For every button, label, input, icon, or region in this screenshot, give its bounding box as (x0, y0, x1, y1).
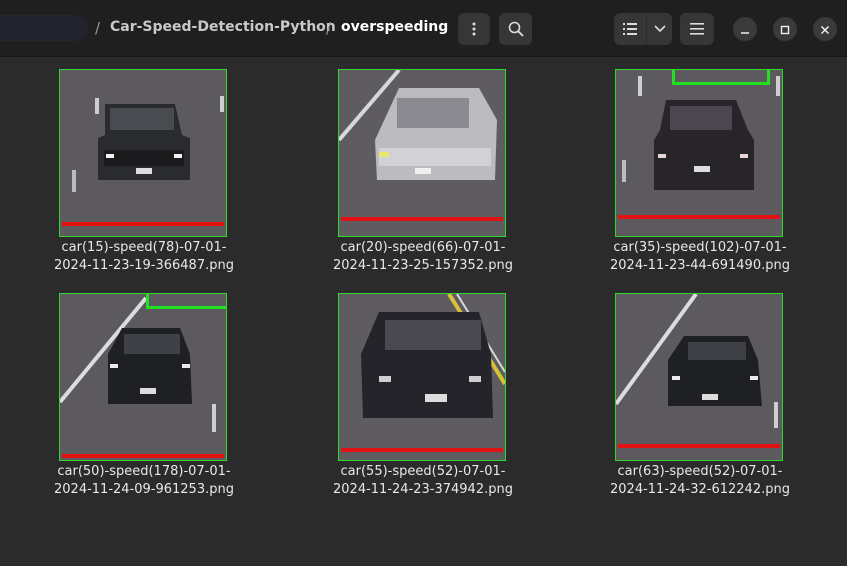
speed-line (618, 215, 780, 219)
file-name: car(20)-speed(66)-07-01- 2024-11-23-25-1… (323, 239, 523, 275)
speed-line (618, 444, 780, 448)
maximize-icon (780, 20, 790, 39)
search-icon (508, 21, 524, 37)
file-item[interactable]: car(15)-speed(78)-07-01- 2024-11-23-19-3… (44, 69, 244, 279)
speed-line (341, 217, 503, 221)
detection-box (672, 70, 770, 85)
view-toggle-group (614, 13, 672, 45)
thumbnail-image (338, 293, 506, 461)
minimize-button[interactable] (733, 17, 757, 41)
thumbnail-image (59, 293, 227, 461)
file-name: car(63)-speed(52)-07-01- 2024-11-24-32-6… (600, 463, 800, 499)
file-name-line-2: 2024-11-23-19-366487.png (54, 258, 234, 273)
file-name-line-1: car(20)-speed(66)-07-01- (340, 240, 506, 255)
list-view-icon (623, 23, 637, 35)
file-name-line-2: 2024-11-24-23-374942.png (333, 482, 513, 497)
breadcrumb-current-folder[interactable]: overspeeding (341, 19, 448, 35)
speed-line (62, 222, 224, 226)
file-name-line-1: car(50)-speed(178)-07-01- (57, 464, 231, 479)
breadcrumb-separator: / (95, 19, 101, 37)
speed-line (341, 448, 503, 452)
file-name-line-2: 2024-11-23-25-157352.png (333, 258, 513, 273)
file-item[interactable]: car(35)-speed(102)-07-01- 2024-11-23-44-… (600, 69, 800, 279)
detection-box (146, 294, 226, 309)
file-name: car(15)-speed(78)-07-01- 2024-11-23-19-3… (44, 239, 244, 275)
thumbnail-image (59, 69, 227, 237)
minimize-icon (740, 20, 750, 39)
file-name: car(35)-speed(102)-07-01- 2024-11-23-44-… (600, 239, 800, 275)
maximize-button[interactable] (773, 17, 797, 41)
breadcrumb-home[interactable] (0, 15, 88, 41)
file-name-line-1: car(35)-speed(102)-07-01- (613, 240, 787, 255)
hamburger-menu-icon (690, 23, 704, 35)
breadcrumb-separator: / (326, 19, 332, 37)
thumbnail-image (615, 293, 783, 461)
thumbnail-image (615, 69, 783, 237)
main-menu-button[interactable] (680, 13, 714, 45)
close-button[interactable] (813, 17, 837, 41)
file-item[interactable]: car(63)-speed(52)-07-01- 2024-11-24-32-6… (600, 293, 800, 503)
vertical-dots-icon (472, 22, 476, 36)
file-item[interactable]: car(20)-speed(66)-07-01- 2024-11-23-25-1… (323, 69, 523, 279)
folder-menu-button[interactable] (458, 13, 490, 45)
file-name-line-2: 2024-11-23-44-691490.png (610, 258, 790, 273)
file-name-line-2: 2024-11-24-32-612242.png (610, 482, 790, 497)
file-item[interactable]: car(55)-speed(52)-07-01- 2024-11-24-23-3… (323, 293, 523, 503)
breadcrumb-parent-folder[interactable]: Car-Speed-Detection-Python (110, 19, 336, 35)
list-view-button[interactable] (614, 23, 646, 35)
chevron-down-icon (653, 25, 666, 33)
speed-line (62, 454, 224, 458)
file-name: car(50)-speed(178)-07-01- 2024-11-24-09-… (44, 463, 244, 499)
close-icon (820, 20, 830, 39)
file-name: car(55)-speed(52)-07-01- 2024-11-24-23-3… (323, 463, 523, 499)
header-bar: / Car-Speed-Detection-Python / overspeed… (0, 0, 847, 57)
file-item[interactable]: car(50)-speed(178)-07-01- 2024-11-24-09-… (44, 293, 244, 503)
view-options-dropdown[interactable] (647, 25, 672, 33)
search-button[interactable] (499, 13, 532, 45)
thumbnail-image (338, 69, 506, 237)
file-name-line-2: 2024-11-24-09-961253.png (54, 482, 234, 497)
file-name-line-1: car(63)-speed(52)-07-01- (617, 464, 783, 479)
file-name-line-1: car(55)-speed(52)-07-01- (340, 464, 506, 479)
file-name-line-1: car(15)-speed(78)-07-01- (61, 240, 227, 255)
